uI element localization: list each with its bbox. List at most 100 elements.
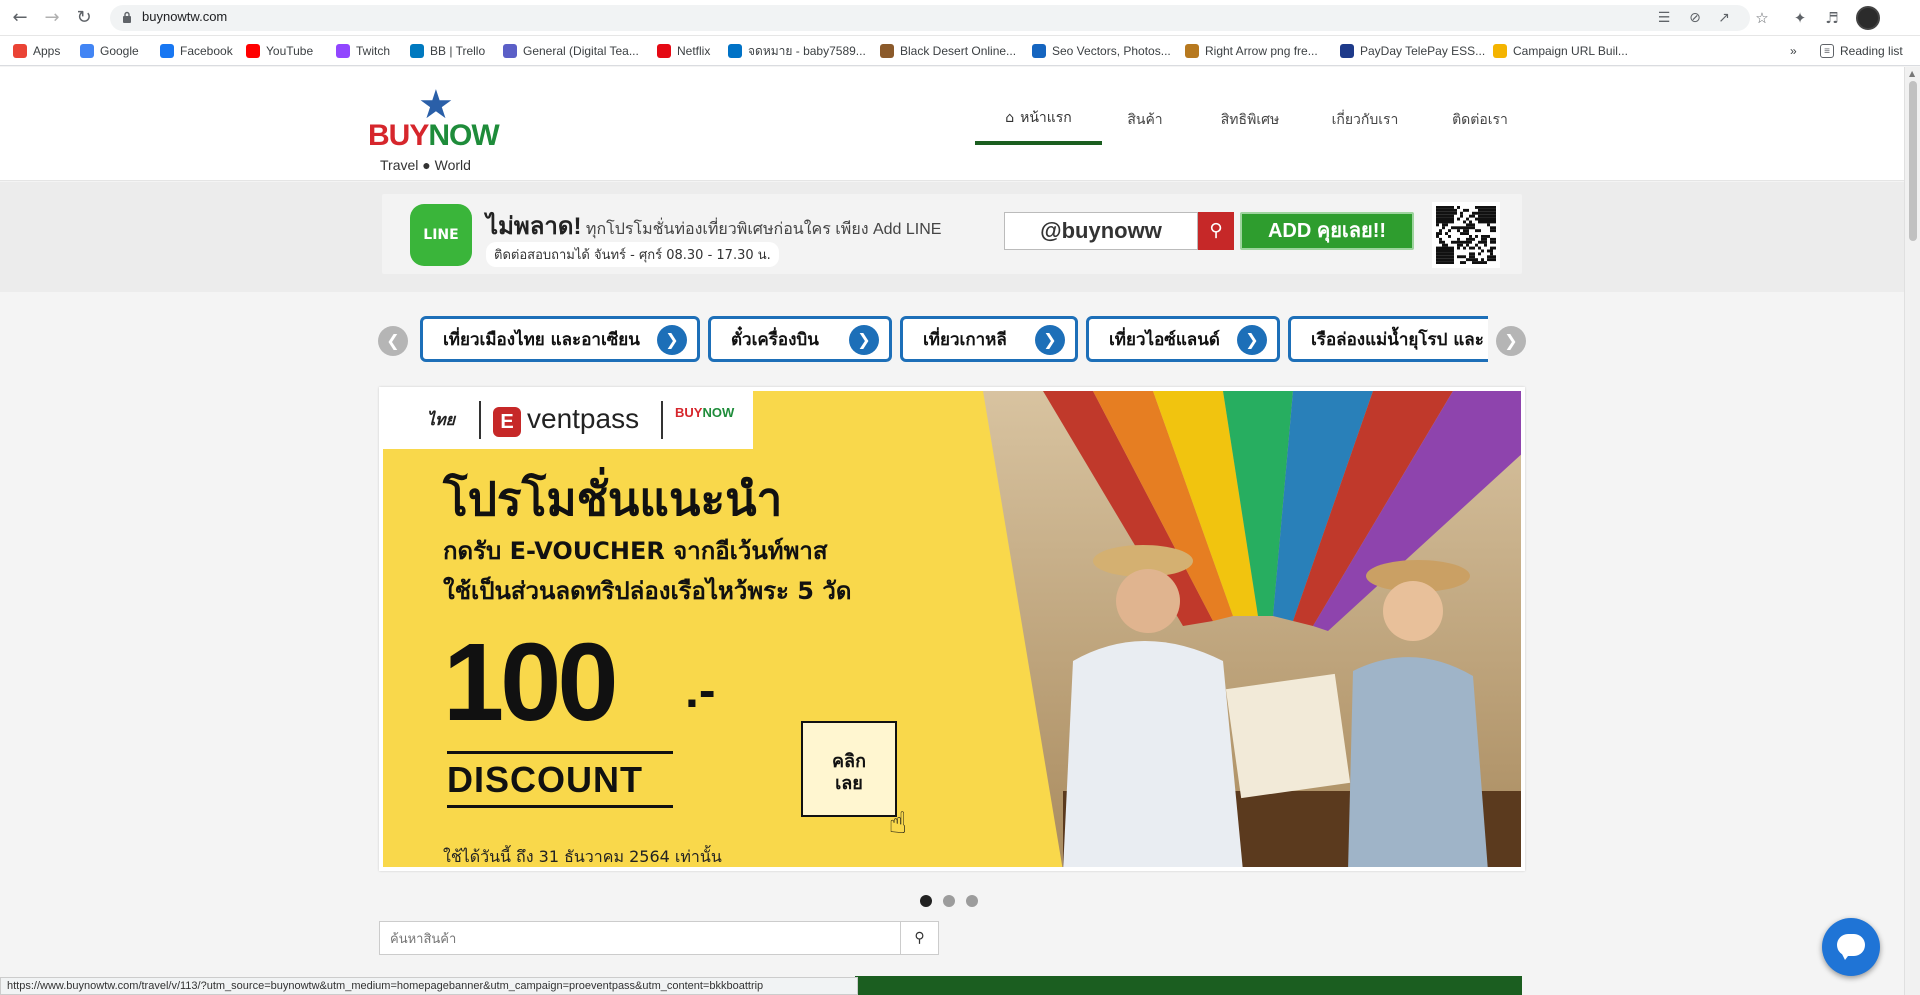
scroll-thumb[interactable] xyxy=(1909,81,1917,241)
home-icon: ⌂ xyxy=(1005,110,1015,126)
bookmark-favicon-icon xyxy=(1185,44,1199,58)
carousel-next-icon[interactable]: ❯ xyxy=(1496,326,1526,356)
slider-dot-2[interactable] xyxy=(943,895,955,907)
slider-dot-1[interactable] xyxy=(920,895,932,907)
reading-list-button[interactable]: ≡ Reading list xyxy=(1820,42,1903,60)
page-scrollbar[interactable]: ▲ xyxy=(1904,67,1920,995)
slider-dots xyxy=(920,895,984,909)
bookmark-favicon-icon xyxy=(410,44,424,58)
category-iceland[interactable]: เที่ยวไอซ์แลนด์ ❯ xyxy=(1086,316,1280,362)
category-carousel: ❮ เที่ยวเมืองไทย และอาเซียน ❯ ตั๋วเครื่อง… xyxy=(378,312,1526,366)
search-icon: ⚲ xyxy=(1198,212,1234,250)
line-logo-icon: LINE xyxy=(410,204,472,266)
bookmark-item[interactable]: Netflix xyxy=(657,42,710,60)
add-line-button[interactable]: ADD คุยเลย!! xyxy=(1240,212,1414,250)
search-input[interactable] xyxy=(379,921,901,955)
nav-home[interactable]: ⌂ หน้าแรก xyxy=(975,95,1102,145)
bookmark-favicon-icon xyxy=(246,44,260,58)
product-search: ⚲ xyxy=(379,921,939,955)
nav-privileges[interactable]: สิทธิพิเศษ xyxy=(1210,95,1290,145)
back-icon[interactable]: ← xyxy=(10,8,30,28)
bookmark-star-icon[interactable]: ☆ xyxy=(1752,8,1772,28)
category-korea[interactable]: เที่ยวเกาหลี ❯ xyxy=(900,316,1078,362)
bookmark-item[interactable]: Campaign URL Buil... xyxy=(1493,42,1628,60)
carousel-prev-icon[interactable]: ❮ xyxy=(378,326,408,356)
partner-logos: ไทย Eventpass BUYNOW xyxy=(383,391,753,449)
nav-contact[interactable]: ติดต่อเรา xyxy=(1440,95,1520,145)
reading-list-icon: ≡ xyxy=(1820,44,1834,58)
category-flights[interactable]: ตั๋วเครื่องบิน ❯ xyxy=(708,316,892,362)
line-id-field: @buynoww xyxy=(1004,212,1198,250)
slider-dot-3[interactable] xyxy=(966,895,978,907)
share-icon[interactable]: ↗ xyxy=(1715,9,1733,27)
address-bar[interactable]: buynowtw.com ☰ ⊘ ↗ xyxy=(110,5,1750,31)
reload-icon[interactable]: ↻ xyxy=(74,8,94,28)
bookmark-item[interactable]: PayDay TelePay ESS... xyxy=(1340,42,1485,60)
url-text[interactable]: buynowtw.com xyxy=(142,9,227,24)
category-thai-asean[interactable]: เที่ยวเมืองไทย และอาเซียน ❯ xyxy=(420,316,700,362)
forward-icon[interactable]: → xyxy=(42,8,62,28)
bookmark-favicon-icon xyxy=(880,44,894,58)
bookmark-favicon-icon xyxy=(80,44,94,58)
bookmark-favicon-icon xyxy=(503,44,517,58)
chevron-right-icon: ❯ xyxy=(1237,325,1267,355)
nav-products[interactable]: สินค้า xyxy=(1115,95,1175,145)
bookmark-item[interactable]: Seo Vectors, Photos... xyxy=(1032,42,1171,60)
site-logo[interactable]: ★ BUYNOW Travel ● World xyxy=(368,85,508,177)
bookmark-item[interactable]: จดหมาย - baby7589... xyxy=(728,42,866,60)
chat-button[interactable] xyxy=(1822,918,1880,976)
hero-subtitle-2: ใช้เป็นส่วนลดทริปล่องเรือไหว้พระ 5 วัด xyxy=(443,577,852,605)
media-icon[interactable]: ♬ xyxy=(1822,8,1842,28)
bookmark-item[interactable]: BB | Trello xyxy=(410,42,485,60)
hero-banner[interactable]: ไทย Eventpass BUYNOW โปรโมชั่นแนะนำ กดรั… xyxy=(379,387,1525,871)
chevron-right-icon: ❯ xyxy=(657,325,687,355)
line-banner[interactable]: LINE ไม่พลาด! ทุกโปรโมชั่นท่องเที่ยวพิเศ… xyxy=(382,194,1522,274)
qr-code xyxy=(1432,202,1500,268)
nav-about[interactable]: เกี่ยวกับเรา xyxy=(1325,95,1405,145)
web-page: ★ BUYNOW Travel ● World ⌂ หน้าแรก สินค้า… xyxy=(0,67,1904,995)
partner-logo-eventpass: Eventpass xyxy=(493,403,639,437)
bookmark-item[interactable]: Black Desert Online... xyxy=(880,42,1016,60)
line-promo-band: LINE ไม่พลาด! ทุกโปรโมชั่นท่องเที่ยวพิเศ… xyxy=(0,182,1904,292)
discount-amount: 100 xyxy=(443,621,619,744)
category-river-cruise[interactable]: เรือล่องแม่น้ำยุโรป และ เรือ xyxy=(1288,316,1488,362)
chevron-right-icon: ❯ xyxy=(849,325,879,355)
search-button[interactable]: ⚲ xyxy=(900,921,939,955)
translate-icon[interactable]: ☰ xyxy=(1655,9,1673,27)
bookmark-item[interactable]: General (Digital Tea... xyxy=(503,42,639,60)
scroll-up-icon[interactable]: ▲ xyxy=(1909,69,1915,78)
browser-toolbar: ← → ↻ buynowtw.com ☰ ⊘ ↗ ☆ ✦ ♬ xyxy=(0,0,1920,36)
bookmark-favicon-icon xyxy=(13,44,27,58)
partner-logo-buynow: BUYNOW xyxy=(675,405,735,420)
bookmark-item[interactable]: YouTube xyxy=(246,42,313,60)
bookmarks-bar: Apps Google Facebook YouTube Twitch BB | Trel… xyxy=(0,36,1920,66)
click-now-button[interactable]: คลิก เลย ☝ xyxy=(801,721,907,839)
profile-avatar[interactable] xyxy=(1856,6,1880,30)
eye-off-icon[interactable]: ⊘ xyxy=(1686,9,1704,27)
hero-title: โปรโมชั่นแนะนำ xyxy=(443,472,783,526)
discount-label: DISCOUNT xyxy=(447,759,643,800)
hero-subtitle: กดรับ E-VOUCHER จากอีเว้นท์พาส xyxy=(443,537,828,565)
partner-logo-thai: ไทย xyxy=(427,410,455,429)
hot-air-balloon-photo xyxy=(983,391,1521,867)
bookmark-item[interactable]: Apps xyxy=(13,42,60,60)
bookmark-item[interactable]: Google xyxy=(80,42,139,60)
bookmarks-overflow-icon[interactable]: » xyxy=(1790,42,1797,60)
bookmark-favicon-icon xyxy=(160,44,174,58)
bookmark-favicon-icon xyxy=(1493,44,1507,58)
bookmark-favicon-icon xyxy=(728,44,742,58)
section-strip xyxy=(855,976,1522,995)
lock-icon xyxy=(123,11,131,23)
bookmark-favicon-icon xyxy=(336,44,350,58)
bookmark-item[interactable]: Facebook xyxy=(160,42,233,60)
search-icon: ⚲ xyxy=(914,930,925,946)
bookmark-item[interactable]: Right Arrow png fre... xyxy=(1185,42,1318,60)
hand-cursor-icon: ☝ xyxy=(888,806,907,841)
status-bar-url: https://www.buynowtw.com/travel/v/113/?u… xyxy=(0,977,858,995)
extensions-icon[interactable]: ✦ xyxy=(1790,8,1810,28)
site-header: ★ BUYNOW Travel ● World ⌂ หน้าแรก สินค้า… xyxy=(0,67,1904,181)
chevron-right-icon: ❯ xyxy=(1035,325,1065,355)
bookmark-favicon-icon xyxy=(657,44,671,58)
bookmark-item[interactable]: Twitch xyxy=(336,42,390,60)
contact-hours: ติดต่อสอบถามได้ จันทร์ - ศุกร์ 08.30 - 1… xyxy=(486,242,779,267)
